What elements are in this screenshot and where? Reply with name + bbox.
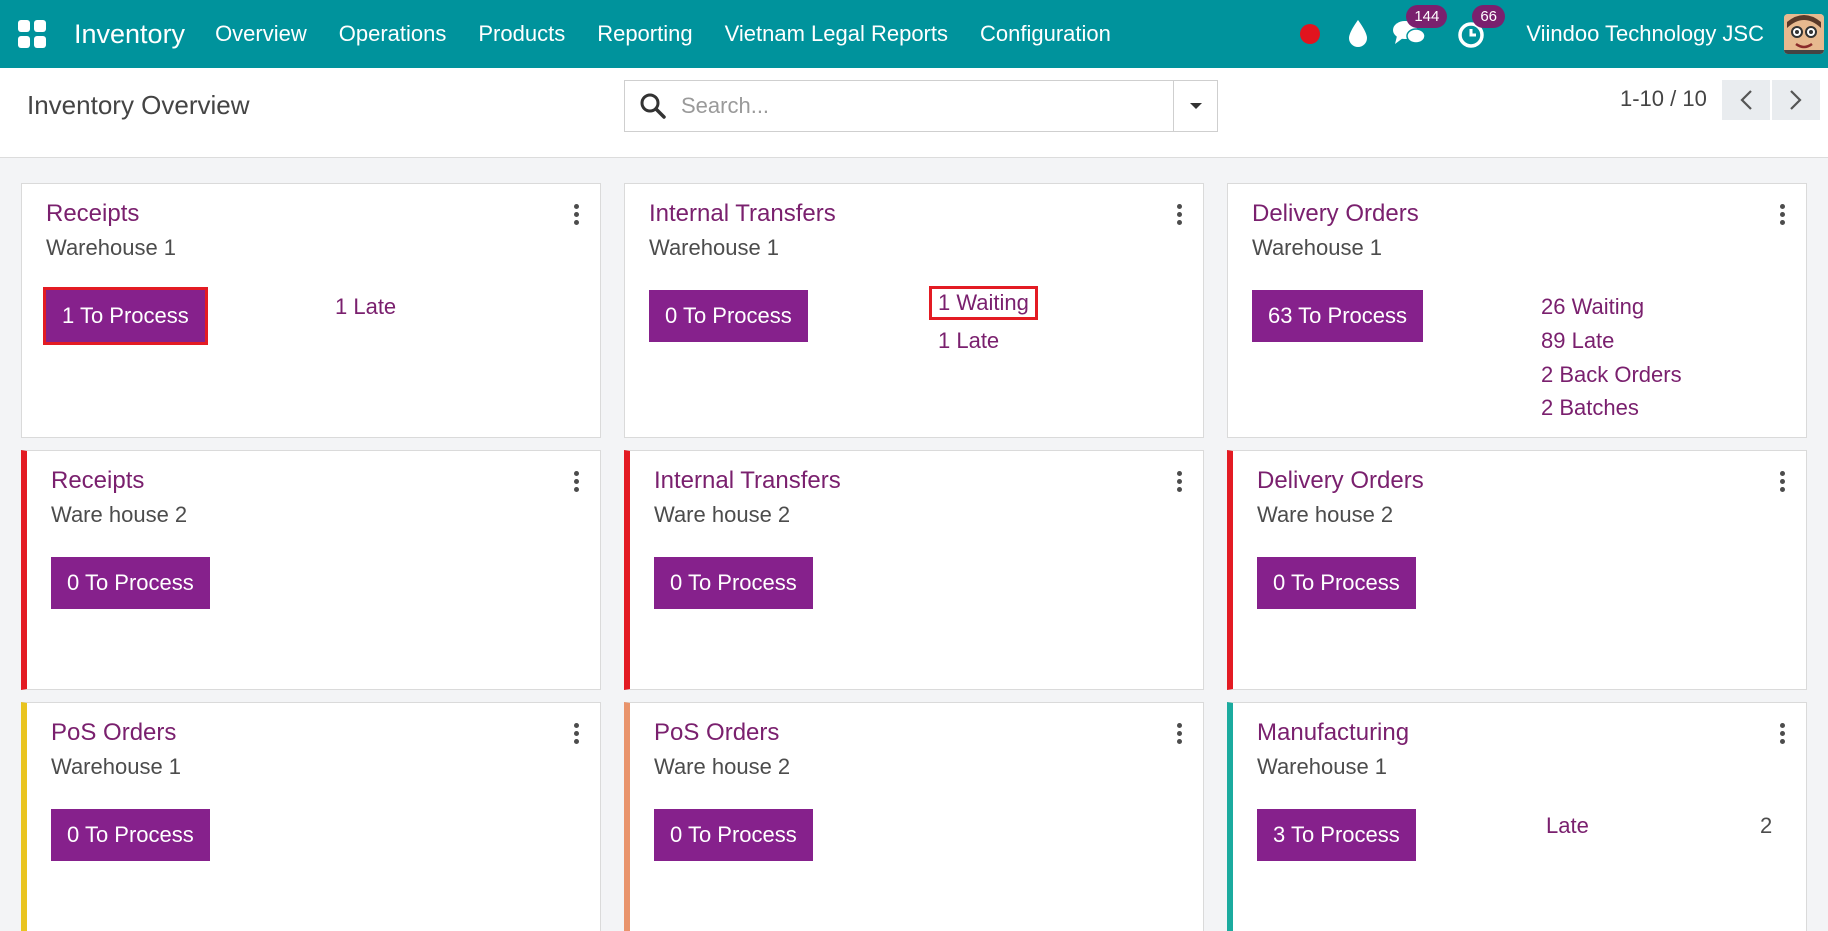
messages-button[interactable]: 144 [1392, 5, 1448, 51]
control-panel: Inventory Overview 1-10 / 10 [0, 68, 1828, 158]
card-menu-icon[interactable] [1778, 204, 1786, 226]
menu-overview[interactable]: Overview [199, 21, 323, 47]
card-menu-icon[interactable] [1778, 471, 1786, 493]
chevron-right-icon [1790, 90, 1802, 110]
card-title[interactable]: Internal Transfers [649, 200, 836, 228]
search-box [624, 80, 1218, 132]
card-warehouse: Warehouse 1 [1257, 754, 1388, 779]
card-internal-transfers-warehouse-1: Internal Transfers Warehouse 1 0 To Proc… [624, 183, 1204, 438]
card-warehouse: Ware house 2 [654, 502, 791, 527]
late-link[interactable]: 1 Late [938, 328, 999, 354]
card-menu-icon[interactable] [572, 723, 580, 745]
card-menu-icon[interactable] [572, 204, 580, 226]
card-receipts-warehouse-1: Receipts Warehouse 1 1 To Process 1 Late [21, 183, 601, 438]
late-count: 2 [1760, 813, 1773, 838]
card-warehouse: Warehouse 1 [649, 235, 780, 260]
card-title[interactable]: Receipts [46, 200, 139, 228]
pager-value[interactable]: 1-10 / 10 [1620, 86, 1707, 112]
recording-dot-icon[interactable] [1300, 24, 1321, 44]
card-pos-orders-warehouse-2: PoS Orders Ware house 2 0 To Process [624, 702, 1204, 931]
navbar-systray: 144 66 Viindoo Technology JSC [1300, 0, 1828, 68]
late-link[interactable]: 89 Late [1541, 328, 1614, 354]
pager-next-button[interactable] [1772, 80, 1820, 120]
page-title: Inventory Overview [27, 90, 250, 120]
card-menu-icon[interactable] [1778, 723, 1786, 745]
to-process-button[interactable]: 0 To Process [1257, 557, 1416, 609]
to-process-button[interactable]: 0 To Process [654, 809, 813, 861]
card-menu-icon[interactable] [1175, 723, 1183, 745]
batches-link[interactable]: 2 Batches [1541, 395, 1639, 421]
menu-products[interactable]: Products [462, 21, 581, 47]
card-title[interactable]: Receipts [51, 467, 144, 495]
search-options-toggle[interactable] [1173, 81, 1217, 131]
card-internal-transfers-warehouse-2: Internal Transfers Ware house 2 0 To Pro… [624, 450, 1204, 690]
menu-operations[interactable]: Operations [323, 21, 463, 47]
card-delivery-orders-warehouse-2: Delivery Orders Ware house 2 0 To Proces… [1227, 450, 1807, 690]
late-link[interactable]: 1 Late [335, 294, 396, 320]
card-warehouse: Warehouse 1 [51, 754, 182, 779]
card-menu-icon[interactable] [1175, 471, 1183, 493]
to-process-button[interactable]: 0 To Process [51, 557, 210, 609]
card-receipts-warehouse-2: Receipts Ware house 2 0 To Process [21, 450, 601, 690]
back-orders-link[interactable]: 2 Back Orders [1541, 362, 1682, 388]
to-process-button[interactable]: 3 To Process [1257, 809, 1416, 861]
card-title[interactable]: Delivery Orders [1252, 200, 1419, 228]
menu-configuration[interactable]: Configuration [964, 21, 1127, 47]
card-warehouse: Warehouse 1 [46, 235, 177, 260]
card-menu-icon[interactable] [1175, 204, 1183, 226]
card-title[interactable]: Internal Transfers [654, 467, 841, 495]
card-warehouse: Ware house 2 [654, 754, 791, 779]
messages-badge: 144 [1406, 5, 1448, 28]
card-title[interactable]: Manufacturing [1257, 719, 1409, 747]
to-process-button[interactable]: 63 To Process [1252, 290, 1424, 342]
activities-button[interactable]: 66 [1456, 5, 1505, 51]
card-title[interactable]: PoS Orders [654, 719, 779, 747]
late-link[interactable]: Late [1546, 813, 1589, 839]
search-icon [640, 93, 666, 119]
to-process-button[interactable]: 0 To Process [649, 290, 808, 342]
menu-reporting[interactable]: Reporting [581, 21, 708, 47]
top-navbar: Inventory Overview Operations Products R… [0, 0, 1828, 68]
chevron-left-icon [1740, 90, 1752, 110]
card-title[interactable]: PoS Orders [51, 719, 176, 747]
apps-menu-icon[interactable] [18, 20, 46, 48]
card-delivery-orders-warehouse-1: Delivery Orders Warehouse 1 63 To Proces… [1227, 183, 1807, 438]
drop-icon[interactable] [1344, 17, 1372, 51]
main-menu: Overview Operations Products Reporting V… [199, 21, 1127, 47]
to-process-button[interactable]: 0 To Process [654, 557, 813, 609]
to-process-button[interactable]: 0 To Process [51, 809, 210, 861]
company-switcher[interactable]: Viindoo Technology JSC [1526, 21, 1764, 47]
menu-vietnam-legal-reports[interactable]: Vietnam Legal Reports [709, 21, 964, 47]
card-pos-orders-warehouse-1: PoS Orders Warehouse 1 0 To Process [21, 702, 601, 931]
to-process-button[interactable]: 1 To Process [43, 287, 208, 345]
card-manufacturing-warehouse-1: Manufacturing Warehouse 1 3 To Process L… [1227, 702, 1807, 931]
card-warehouse: Ware house 2 [1257, 502, 1394, 527]
waiting-link[interactable]: 26 Waiting [1541, 294, 1644, 320]
avatar-face-icon [1784, 14, 1824, 54]
card-title[interactable]: Delivery Orders [1257, 467, 1424, 495]
pager-previous-button[interactable] [1722, 80, 1770, 120]
user-avatar[interactable] [1784, 14, 1824, 54]
card-warehouse: Warehouse 1 [1252, 235, 1383, 260]
card-warehouse: Ware house 2 [51, 502, 188, 527]
caret-down-icon [1189, 103, 1202, 109]
search-input[interactable] [681, 93, 1151, 119]
app-brand[interactable]: Inventory [74, 19, 185, 50]
waiting-link[interactable]: 1 Waiting [929, 286, 1038, 320]
activities-badge: 66 [1472, 5, 1505, 28]
card-menu-icon[interactable] [572, 471, 580, 493]
